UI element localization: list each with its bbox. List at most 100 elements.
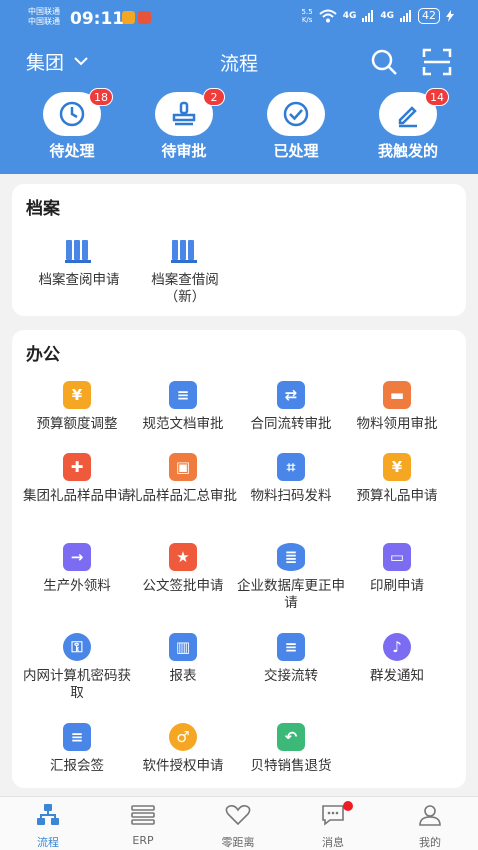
office-item[interactable]: ≡ 交接流转 — [234, 632, 348, 685]
tile-label: 汇报会签 — [50, 758, 104, 774]
office-item[interactable]: ¥ 预算礼品申请 — [340, 452, 454, 505]
archive-item-query[interactable]: 档案查阅申请 — [22, 236, 136, 289]
tile-label: 软件授权申请 — [142, 758, 224, 774]
office-item[interactable]: ¥ 预算额度调整 — [20, 380, 134, 433]
archive-item-borrow[interactable]: 档案查借阅（新） — [128, 236, 242, 306]
database-icon-glyph: ≣ — [277, 543, 305, 571]
office-item[interactable]: ✚ 集团礼品样品申请 — [20, 452, 134, 505]
carrier-info: 中国联通 中国联通 — [28, 7, 60, 27]
gift-card-icon: ✚ — [62, 452, 92, 482]
office-item[interactable]: ♪ 群发通知 — [340, 632, 454, 685]
carrier-2: 中国联通 — [28, 17, 60, 26]
tile-label: 印刷申请 — [370, 578, 424, 594]
signal-bars-icon — [362, 10, 374, 22]
office-item[interactable]: ≣ 企业数据库更正申请 — [234, 542, 348, 612]
app-header: 中国联通 中国联通 09:11 5.5 K/s 4G 4G 42 集团 流程 1… — [0, 0, 478, 174]
contract-icon-glyph: ⇄ — [277, 381, 305, 409]
signal-bars-icon — [400, 10, 411, 22]
badge-count: 2 — [203, 88, 225, 106]
quick-approve-circle: 2 — [155, 88, 225, 136]
office-item[interactable]: ↶ 贝特销售退货 — [234, 722, 348, 775]
printer-icon-glyph: ▭ — [383, 543, 411, 571]
office-item[interactable]: ♂ 软件授权申请 — [126, 722, 240, 775]
archive-card: 档案 档案查阅申请 档案查借阅（新） — [12, 184, 466, 316]
quick-pending-circle: 18 — [43, 88, 113, 136]
section-title: 档案 — [26, 199, 60, 219]
status-bar: 中国联通 中国联通 09:11 5.5 K/s 4G 4G 42 — [0, 0, 478, 36]
notification-icons — [122, 11, 151, 24]
stamp-doc-icon-glyph: ★ — [169, 543, 197, 571]
status-time: 09:11 — [70, 9, 125, 29]
tab-label: ERP — [132, 834, 154, 847]
tab-erp[interactable]: ERP — [113, 803, 173, 847]
quick-label: 已处理 — [273, 142, 319, 160]
clock-icon — [59, 101, 85, 127]
office-item[interactable]: ⌗ 物料扫码发料 — [234, 452, 348, 505]
books-icon — [64, 236, 94, 266]
status-right: 5.5 K/s 4G 4G 42 — [302, 8, 454, 24]
section-title: 办公 — [26, 345, 60, 365]
office-item[interactable]: ▣ 礼品样品汇总审批 — [126, 452, 240, 505]
office-item[interactable]: ⇄ 合同流转审批 — [234, 380, 348, 433]
budget-icon-glyph: ¥ — [63, 381, 91, 409]
inbox-icon: → — [62, 542, 92, 572]
net-speed: 5.5 K/s — [302, 8, 313, 24]
tab-zero-distance[interactable]: 零距离 — [208, 803, 268, 850]
gift-summary-icon: ▣ — [168, 452, 198, 482]
quick-approve[interactable]: 2 待审批 — [134, 88, 234, 162]
quick-pending[interactable]: 18 待处理 — [22, 88, 122, 162]
tile-label: 规范文档审批 — [142, 416, 224, 432]
search-icon[interactable] — [370, 48, 398, 76]
tile-label: 企业数据库更正申请 — [237, 578, 345, 611]
gift-icon: ¥ — [382, 452, 412, 482]
document-icon: ≡ — [168, 380, 198, 410]
tile-label: 生产外领料 — [43, 578, 111, 594]
battery-indicator: 42 — [418, 8, 440, 24]
tab-label: 零距离 — [221, 836, 255, 849]
signal-2: 4G — [380, 11, 394, 21]
tab-mine[interactable]: 我的 — [400, 803, 460, 850]
tile-label: 礼品样品汇总审批 — [129, 488, 237, 504]
office-item[interactable]: ★ 公文签批申请 — [126, 542, 240, 595]
tile-label: 档案查阅申请 — [38, 272, 120, 288]
database-icon: ≣ — [276, 542, 306, 572]
box-icon: ▬ — [382, 380, 412, 410]
return-icon-glyph: ↶ — [277, 723, 305, 751]
tile-label: 交接流转 — [264, 668, 318, 684]
charging-icon — [446, 10, 454, 22]
office-card: 办公 ¥ 预算额度调整 ≡ 规范文档审批 ⇄ 合同流转审批 ▬ 物料领用审批 ✚ 集团礼品样品申请… — [12, 330, 466, 788]
quick-label: 我触发的 — [377, 142, 438, 160]
stamp-doc-icon: ★ — [168, 542, 198, 572]
report-icon-glyph: ▥ — [169, 633, 197, 661]
return-icon: ↶ — [276, 722, 306, 752]
office-item[interactable]: ≡ 规范文档审批 — [126, 380, 240, 433]
stamp-icon — [172, 101, 196, 126]
quick-label: 待审批 — [161, 142, 207, 160]
office-item[interactable]: ≡ 汇报会签 — [20, 722, 134, 775]
contract-icon: ⇄ — [276, 380, 306, 410]
office-item[interactable]: ⚿ 内网计算机密码获取 — [20, 632, 134, 702]
key-icon-glyph: ⚿ — [63, 633, 91, 661]
flow-icon — [37, 804, 59, 825]
nav-bar: 集团 流程 — [0, 44, 478, 80]
report-sign-icon: ≡ — [62, 722, 92, 752]
bottom-tab-bar: 流程 ERP 零距离 消息 我的 — [0, 796, 478, 850]
scan-icon[interactable] — [422, 48, 452, 76]
tab-flow[interactable]: 流程 — [18, 803, 78, 850]
printer-icon: ▭ — [382, 542, 412, 572]
budget-icon: ¥ — [62, 380, 92, 410]
gift-icon-glyph: ¥ — [383, 453, 411, 481]
scan-icon: ⌗ — [276, 452, 306, 482]
box-icon-glyph: ▬ — [383, 381, 411, 409]
office-item[interactable]: → 生产外领料 — [20, 542, 134, 595]
app-notification-icon — [138, 11, 151, 24]
tab-messages[interactable]: 消息 — [303, 801, 363, 850]
user-icon — [419, 805, 441, 826]
office-item[interactable]: ▭ 印刷申请 — [340, 542, 454, 595]
tile-label: 合同流转审批 — [250, 416, 332, 432]
quick-processed[interactable]: 已处理 — [246, 92, 346, 162]
shield-icon-glyph: ♂ — [169, 723, 197, 751]
office-item[interactable]: ▥ 报表 — [126, 632, 240, 685]
quick-triggered[interactable]: 14 我触发的 — [358, 88, 458, 162]
office-item[interactable]: ▬ 物料领用审批 — [340, 380, 454, 433]
